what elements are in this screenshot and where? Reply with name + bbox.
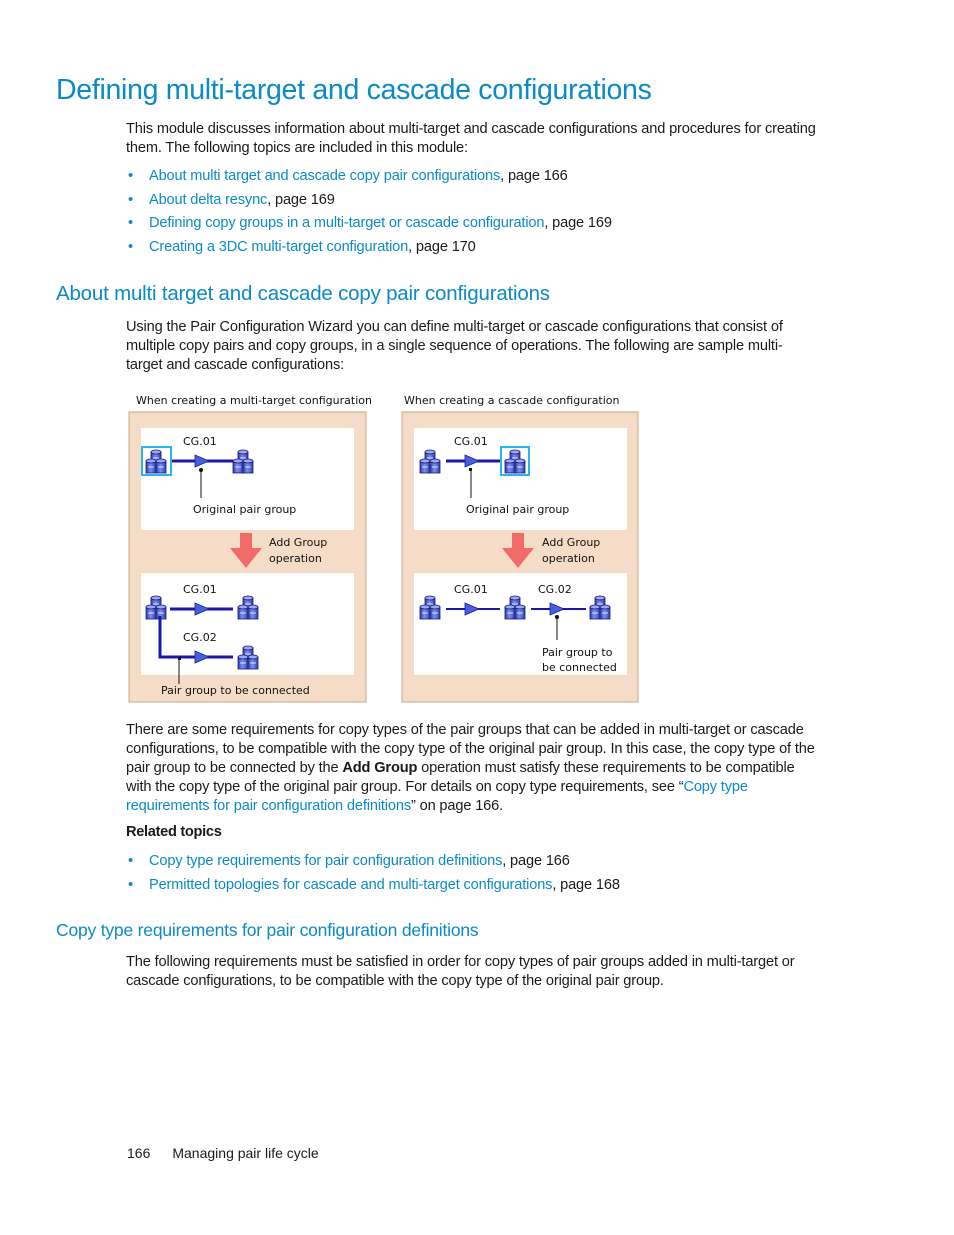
configuration-figure: When creating a multi-target configurati… [128,394,639,703]
cascade-caption: When creating a cascade configuration [404,394,620,407]
related-topics-list: • Copy type requirements for pair configu… [126,852,620,899]
related-item: • Copy type requirements for pair configu… [128,853,570,869]
svg-text:Original pair group: Original pair group [466,503,569,516]
svg-text:operation: operation [269,552,322,565]
svg-text:operation: operation [542,552,595,565]
topic-link-defining-copy-groups[interactable]: Defining copy groups in a multi-target o… [149,215,544,231]
multi-target-panel: When creating a multi-target configurati… [128,394,372,703]
add-group-term: Add Group [342,760,418,776]
svg-text:CG.01: CG.01 [183,583,217,596]
intro-paragraph: This module discusses information about … [126,121,816,156]
topic-item: • Creating a 3DC multi-target configurati… [128,238,476,255]
related-item: • Permitted topologies for cascade and mu… [128,876,620,893]
multi-target-caption: When creating a multi-target configurati… [136,394,372,407]
cascade-panel: When creating a cascade configuration CG… [401,394,639,703]
page-footer: 166 Managing pair life cycle [127,1145,319,1161]
topic-item: • About multi target and cascade copy pai… [128,168,568,184]
pair-group-to-be-connected-label: Pair group to be connected [161,684,310,697]
topic-link-multi-target-cascade[interactable]: About multi target and cascade copy pair… [149,168,500,184]
topic-item: • About delta resync, page 169 [128,191,335,208]
page-title: Defining multi-target and cascade config… [56,74,652,106]
related-link-copy-type-requirements[interactable]: Copy type requirements for pair configur… [149,853,502,869]
svg-text:be connected: be connected [542,661,617,674]
topic-link-delta-resync[interactable]: About delta resync [149,192,267,208]
requirements-paragraph: There are some requirements for copy typ… [126,722,815,814]
svg-text:Add Group: Add Group [542,536,600,549]
original-pair-group-label: Original pair group [193,503,296,516]
module-topics-list: • About multi target and cascade copy pai… [126,167,612,261]
svg-text:Add Group: Add Group [269,536,327,549]
topic-link-3dc-multi-target[interactable]: Creating a 3DC multi-target configuratio… [149,239,408,255]
related-topics-heading: Related topics [126,824,222,840]
topic-item: • Defining copy groups in a multi-target … [128,215,612,231]
section-heading-about: About multi target and cascade copy pair… [56,282,550,305]
chapter-title: Managing pair life cycle [172,1145,319,1161]
related-link-permitted-topologies[interactable]: Permitted topologies for cascade and mul… [149,877,552,893]
svg-text:CG.01: CG.01 [454,435,488,448]
before-group-label: CG.01 [183,435,217,448]
svg-text:Pair group to: Pair group to [542,646,613,659]
section-heading-copy-type: Copy type requirements for pair configur… [56,920,479,940]
svg-text:CG.02: CG.02 [538,583,572,596]
page-number: 166 [127,1145,151,1161]
about-paragraph: Using the Pair Configuration Wizard you … [126,319,783,373]
copy-type-paragraph: The following requirements must be satis… [126,954,795,989]
svg-text:CG.01: CG.01 [454,583,488,596]
svg-text:CG.02: CG.02 [183,631,217,644]
